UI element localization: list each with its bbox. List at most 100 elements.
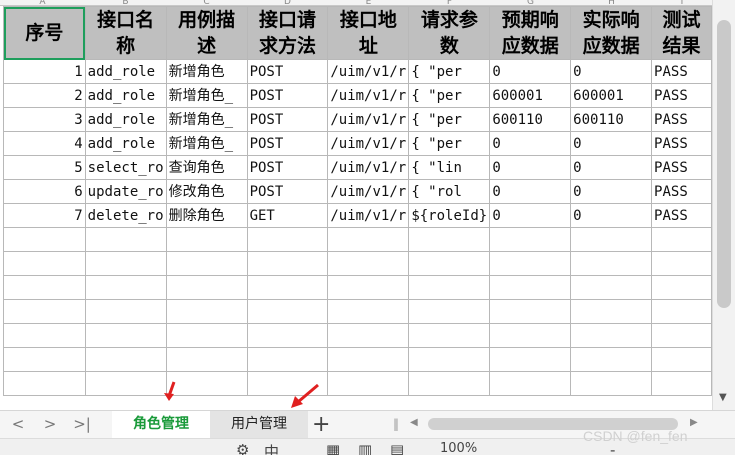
page-layout-view-icon[interactable]: ▥ — [358, 441, 372, 455]
empty-cell[interactable] — [489, 227, 572, 252]
eye-protection-icon[interactable]: ⚙ — [236, 441, 249, 455]
table-cell[interactable]: 2 — [3, 83, 86, 108]
table-cell[interactable]: 0 — [489, 155, 572, 180]
empty-cell[interactable] — [327, 323, 410, 348]
column-letter[interactable]: A — [0, 0, 85, 5]
empty-cell[interactable] — [3, 275, 86, 300]
empty-cell[interactable] — [327, 371, 410, 396]
table-cell[interactable]: 7 — [3, 203, 86, 228]
add-sheet-button[interactable]: + — [312, 412, 330, 437]
empty-cell[interactable] — [165, 251, 248, 276]
table-cell[interactable]: { "per — [408, 107, 491, 132]
empty-cell[interactable] — [3, 299, 86, 324]
empty-cell[interactable] — [327, 227, 410, 252]
empty-cell[interactable] — [408, 299, 491, 324]
empty-cell[interactable] — [3, 323, 86, 348]
table-cell[interactable]: PASS — [651, 107, 712, 132]
table-cell[interactable]: { "rol — [408, 179, 491, 204]
table-cell[interactable]: PASS — [651, 83, 712, 108]
empty-cell[interactable] — [570, 347, 653, 372]
column-letter[interactable]: I — [652, 0, 712, 5]
table-cell[interactable]: POST — [246, 59, 329, 84]
table-cell[interactable]: 6 — [3, 179, 86, 204]
vertical-scrollbar[interactable]: ▼ — [712, 0, 735, 410]
table-cell[interactable]: 新增角色 — [165, 59, 248, 84]
table-cell[interactable]: PASS — [651, 179, 712, 204]
empty-cell[interactable] — [246, 251, 329, 276]
empty-cell[interactable] — [651, 275, 712, 300]
scroll-left-arrow-icon[interactable]: ◀ — [410, 417, 418, 428]
empty-cell[interactable] — [246, 227, 329, 252]
empty-cell[interactable] — [570, 371, 653, 396]
table-cell[interactable]: { "per — [408, 59, 491, 84]
tab-split-handle-icon[interactable]: ‖ — [393, 417, 399, 431]
table-cell[interactable]: ${roleId} — [408, 203, 491, 228]
table-cell[interactable]: 0 — [489, 179, 572, 204]
empty-cell[interactable] — [327, 347, 410, 372]
empty-cell[interactable] — [651, 371, 712, 396]
empty-cell[interactable] — [84, 371, 167, 396]
header-cell[interactable]: 接口请求方法 — [246, 6, 329, 60]
empty-cell[interactable] — [651, 323, 712, 348]
column-letter[interactable]: E — [328, 0, 409, 5]
table-cell[interactable]: PASS — [651, 155, 712, 180]
table-cell[interactable]: GET — [246, 203, 329, 228]
vertical-scroll-thumb[interactable] — [717, 20, 731, 308]
column-letter[interactable]: C — [166, 0, 247, 5]
empty-cell[interactable] — [165, 323, 248, 348]
table-cell[interactable]: 新增角色_ — [165, 83, 248, 108]
table-cell[interactable]: /uim/v1/r — [327, 83, 410, 108]
column-letter[interactable]: D — [247, 0, 328, 5]
empty-cell[interactable] — [165, 227, 248, 252]
table-cell[interactable]: add_role — [84, 131, 167, 156]
table-cell[interactable]: 600110 — [489, 107, 572, 132]
first-sheet-nav-icon[interactable]: < — [8, 415, 28, 433]
empty-cell[interactable] — [651, 251, 712, 276]
table-cell[interactable]: 0 — [489, 59, 572, 84]
empty-cell[interactable] — [327, 275, 410, 300]
table-cell[interactable]: 0 — [489, 203, 572, 228]
page-break-view-icon[interactable]: ▤ — [390, 441, 404, 455]
table-cell[interactable]: 600110 — [570, 107, 653, 132]
empty-cell[interactable] — [84, 323, 167, 348]
spreadsheet-grid[interactable]: ABCDEFGHI 序号 接口名称 用例描述 接口请求方法 接口地址 请求参数 预期响应数据… — [0, 0, 712, 410]
sheet-tab-role-management[interactable]: 角色管理 — [112, 411, 210, 438]
table-cell[interactable]: 0 — [570, 59, 653, 84]
empty-cell[interactable] — [489, 323, 572, 348]
table-cell[interactable]: add_role — [84, 107, 167, 132]
table-cell[interactable]: 4 — [3, 131, 86, 156]
header-cell[interactable]: 测试结果 — [651, 6, 712, 60]
table-cell[interactable]: update_ro — [84, 179, 167, 204]
empty-cell[interactable] — [651, 299, 712, 324]
empty-cell[interactable] — [570, 323, 653, 348]
view-mode-label[interactable]: 中 — [264, 441, 279, 455]
table-cell[interactable]: 600001 — [570, 83, 653, 108]
empty-cell[interactable] — [408, 227, 491, 252]
empty-cell[interactable] — [651, 347, 712, 372]
table-cell[interactable]: 修改角色 — [165, 179, 248, 204]
empty-cell[interactable] — [489, 275, 572, 300]
header-cell[interactable]: 用例描述 — [165, 6, 248, 60]
table-cell[interactable]: add_role — [84, 83, 167, 108]
empty-cell[interactable] — [165, 347, 248, 372]
empty-cell[interactable] — [84, 275, 167, 300]
scroll-down-arrow-icon[interactable]: ▼ — [719, 392, 727, 403]
column-letter[interactable]: F — [409, 0, 490, 5]
table-cell[interactable]: /uim/v1/r — [327, 107, 410, 132]
table-cell[interactable]: 5 — [3, 155, 86, 180]
column-letter[interactable]: G — [490, 0, 571, 5]
empty-cell[interactable] — [570, 275, 653, 300]
header-cell[interactable]: 实际响应数据 — [570, 6, 653, 60]
table-cell[interactable]: POST — [246, 131, 329, 156]
empty-cell[interactable] — [327, 299, 410, 324]
empty-cell[interactable] — [489, 251, 572, 276]
table-cell[interactable]: { "lin — [408, 155, 491, 180]
empty-cell[interactable] — [570, 227, 653, 252]
empty-cell[interactable] — [570, 299, 653, 324]
table-cell[interactable]: { "per — [408, 131, 491, 156]
empty-cell[interactable] — [84, 347, 167, 372]
empty-cell[interactable] — [408, 251, 491, 276]
empty-cell[interactable] — [84, 251, 167, 276]
table-cell[interactable]: /uim/v1/r — [327, 59, 410, 84]
scroll-right-arrow-icon[interactable]: ▶ — [690, 417, 698, 428]
